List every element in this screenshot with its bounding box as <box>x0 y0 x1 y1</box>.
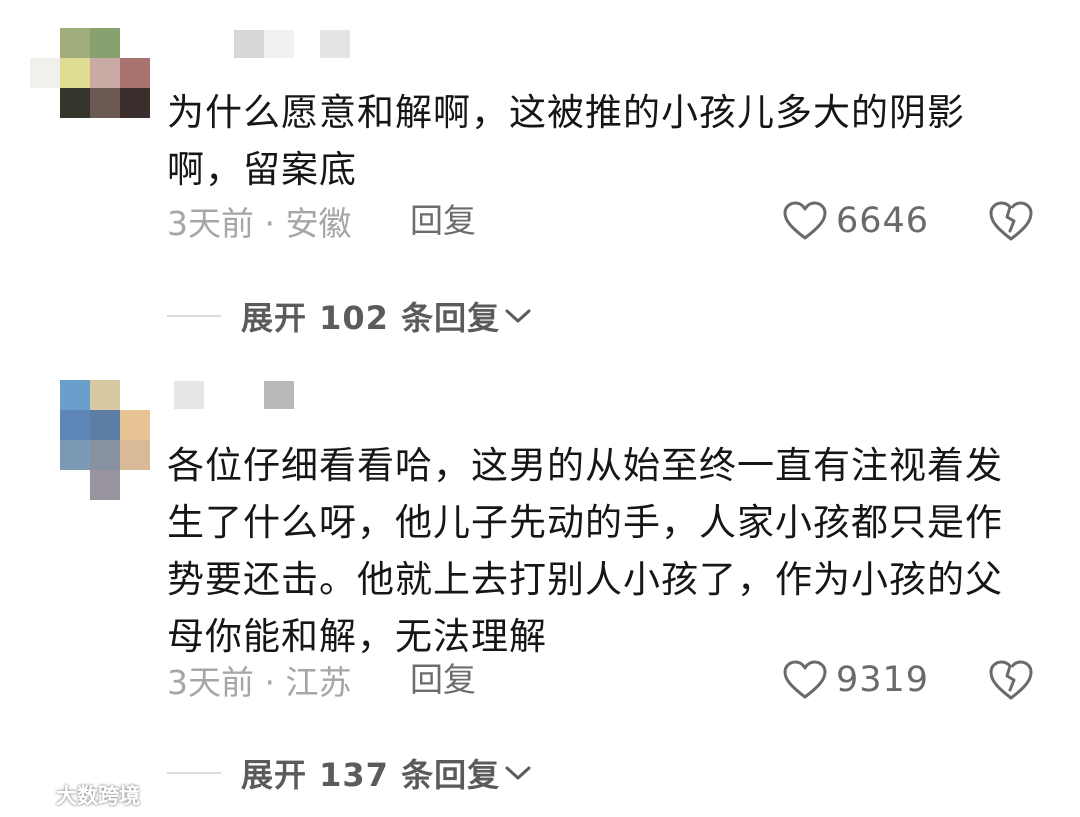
avatar-pixel <box>30 88 60 118</box>
heart-icon <box>783 660 827 699</box>
avatar-pixel <box>60 440 90 470</box>
avatar-pixel <box>60 28 90 58</box>
avatar-pixel <box>30 440 60 470</box>
avatar-pixel <box>90 118 120 148</box>
broken-heart-icon[interactable] <box>988 658 1034 702</box>
avatar-pixel <box>120 410 150 440</box>
watermark-text: 大数跨境 <box>56 784 140 808</box>
avatar-pixel <box>120 380 150 410</box>
avatar-pixel <box>60 470 90 500</box>
chevron-down-icon <box>505 766 531 780</box>
expand-replies-label: 展开 137 条回复 <box>241 756 501 794</box>
avatar[interactable] <box>30 28 150 148</box>
avatar-pixel <box>30 118 60 148</box>
avatar-pixel <box>90 470 120 500</box>
divider-line <box>167 772 221 774</box>
avatar-pixel <box>60 88 90 118</box>
avatar-pixel <box>60 410 90 440</box>
comment-meta: 3天前 · 安徽 <box>167 204 352 243</box>
avatar[interactable] <box>30 380 150 500</box>
avatar-pixel <box>120 28 150 58</box>
watermark: 大数跨境 <box>8 780 140 810</box>
avatar-pixel <box>120 470 150 500</box>
chevron-down-icon <box>505 309 531 323</box>
avatar-pixel <box>30 28 60 58</box>
like-button[interactable]: 6646 <box>782 198 929 244</box>
logo-icon <box>8 786 52 804</box>
avatar-pixel <box>90 28 120 58</box>
reply-button[interactable]: 回复 <box>410 201 476 241</box>
comment-meta: 3天前 · 江苏 <box>167 663 352 702</box>
like-button[interactable]: 9319 <box>782 657 929 703</box>
avatar-pixel <box>60 118 90 148</box>
like-count: 6646 <box>836 201 930 241</box>
avatar-pixel <box>120 88 150 118</box>
expand-replies-label: 展开 102 条回复 <box>241 299 501 337</box>
divider-line <box>167 315 221 317</box>
avatar-pixel <box>120 58 150 88</box>
avatar-pixel <box>90 58 120 88</box>
avatar-pixel <box>90 380 120 410</box>
like-count: 9319 <box>836 660 930 700</box>
expand-replies-button[interactable]: 展开 102 条回复 <box>167 293 532 339</box>
avatar-pixel <box>30 58 60 88</box>
avatar-pixel <box>30 470 60 500</box>
avatar-pixel <box>90 440 120 470</box>
comment-text: 为什么愿意和解啊，这被推的小孩儿多大的阴影啊，留案底 <box>167 91 965 191</box>
avatar-pixel <box>30 380 60 410</box>
comment-text: 各位仔细看看哈，这男的从始至终一直有注视着发生了什么呀，他儿子先动的手，人家小孩… <box>167 444 1003 658</box>
broken-heart-icon[interactable] <box>988 199 1034 243</box>
avatar-pixel <box>120 440 150 470</box>
avatar-pixel <box>30 410 60 440</box>
avatar-pixel <box>120 118 150 148</box>
avatar-pixel <box>90 410 120 440</box>
heart-icon <box>783 201 827 240</box>
avatar-pixel <box>60 380 90 410</box>
avatar-pixel <box>60 58 90 88</box>
expand-replies-button[interactable]: 展开 137 条回复 <box>167 750 532 796</box>
avatar-pixel <box>90 88 120 118</box>
reply-button[interactable]: 回复 <box>410 660 476 700</box>
